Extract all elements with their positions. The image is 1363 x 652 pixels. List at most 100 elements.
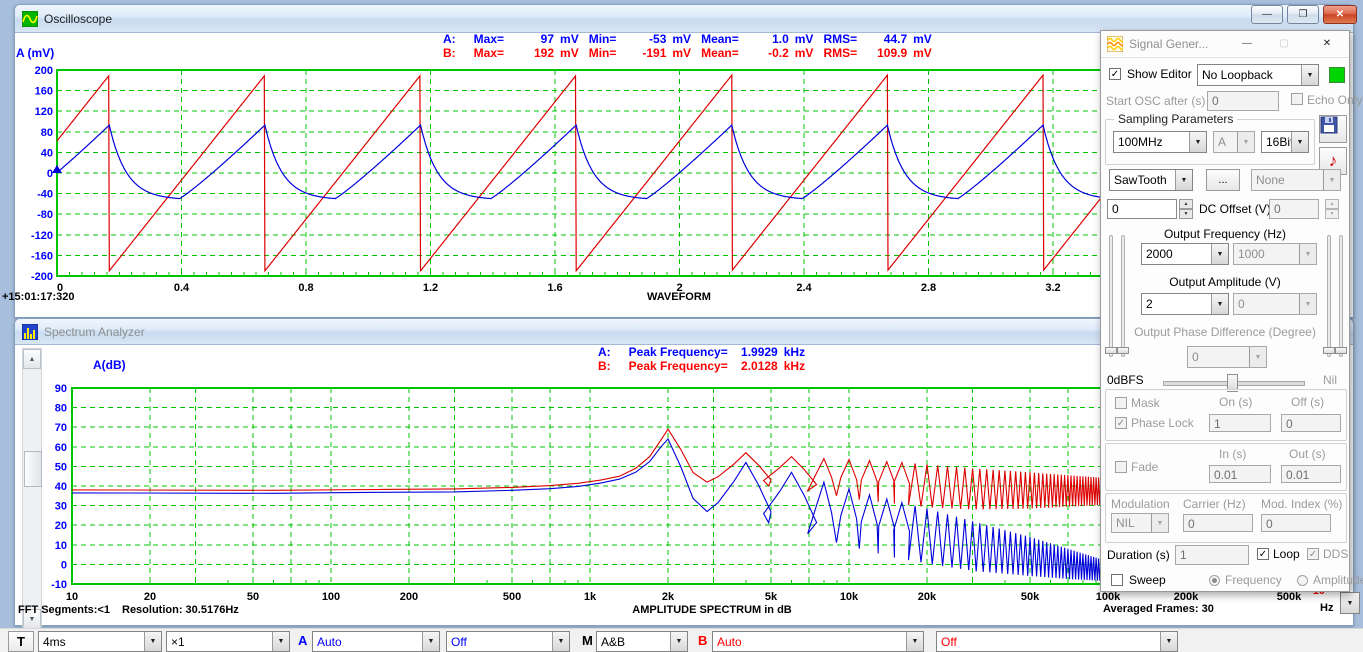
slider-handle[interactable] <box>1323 347 1335 354</box>
phase-lock-checkbox[interactable]: ✓ <box>1115 417 1127 429</box>
carrier-input[interactable]: 0 <box>1183 514 1253 532</box>
stats-row: B:Max=192mVMin=-191mVMean=-0.2mVRMS=109.… <box>443 46 932 60</box>
fade-checkbox[interactable] <box>1115 461 1127 473</box>
sampling-channel-combo[interactable]: A ▼ <box>1213 131 1255 153</box>
phase-lock-label: Phase Lock <box>1131 416 1194 430</box>
spectrum-vertical-scrollbar[interactable]: ▲ ▼ <box>22 348 42 628</box>
signal-generator-title: Signal Gener... <box>1129 37 1208 51</box>
mask-checkbox[interactable] <box>1115 397 1127 409</box>
frequency-a-value: 2000 <box>1142 247 1211 261</box>
timebase-value: 4ms <box>39 635 144 649</box>
fade-out-input[interactable]: 0.01 <box>1281 465 1341 483</box>
fade-in-input[interactable]: 0.01 <box>1209 465 1271 483</box>
echo-only-checkbox[interactable] <box>1291 93 1303 105</box>
panel-maximize-icon[interactable]: ▢ <box>1273 36 1295 52</box>
wave-type-value: SawTooth <box>1110 173 1175 187</box>
restore-button[interactable]: ❐ <box>1287 5 1319 24</box>
dropdown-arrow-icon: ▼ <box>552 632 569 651</box>
channel-b-label: B <box>698 633 707 648</box>
loop-checkbox[interactable]: ✓ <box>1257 548 1269 560</box>
sweep-amplitude-radio[interactable] <box>1297 575 1308 586</box>
dropdown-arrow-icon: ▼ <box>1237 132 1254 152</box>
channel-a-coupling-combo[interactable]: Off ▼ <box>446 631 570 652</box>
oscilloscope-titlebar[interactable]: Oscilloscope <box>15 5 1353 33</box>
mask-wave-value: None <box>1252 173 1323 187</box>
x-axis-unit-label: Hz <box>1320 602 1333 614</box>
sampling-rate-combo[interactable]: 100MHz ▼ <box>1113 131 1207 153</box>
dropdown-arrow-icon: ▼ <box>1323 170 1340 190</box>
mode-label: M <box>582 633 593 648</box>
show-editor-checkbox[interactable]: ✓ <box>1109 68 1121 80</box>
sweep-frequency-radio[interactable] <box>1209 575 1220 586</box>
amplitude-b-value: 0 <box>1234 297 1299 311</box>
output-frequency-label: Output Frequency (Hz) <box>1101 227 1349 241</box>
channel-a-range-value: Auto <box>313 635 422 649</box>
stats-row: A:Max=97mVMin=-53mVMean=1.0mVRMS=44.7mV <box>443 32 932 46</box>
sampling-channel-value: A <box>1214 135 1237 149</box>
minimize-button[interactable]: — <box>1251 5 1283 24</box>
display-mode-value: A&B <box>597 635 670 649</box>
trigger-mode-label: T <box>17 634 25 649</box>
duration-label: Duration (s) <box>1107 548 1170 562</box>
slider-handle[interactable] <box>1105 347 1117 354</box>
dropdown-arrow-icon: ▼ <box>1160 632 1177 651</box>
spectrum-corner-dropdown[interactable]: ▼ <box>1340 592 1360 614</box>
amplitude-b-combo[interactable]: 0 ▼ <box>1233 293 1317 315</box>
loopback-value: No Loopback <box>1198 68 1301 82</box>
restore-icon: ❐ <box>1299 9 1308 20</box>
display-mode-combo[interactable]: A&B ▼ <box>596 631 688 652</box>
panel-close-icon[interactable]: ✕ <box>1316 36 1338 52</box>
dbfs-label: 0dBFS <box>1107 373 1144 387</box>
trigger-mode-button[interactable]: T <box>8 631 34 652</box>
close-button[interactable]: ✕ <box>1323 5 1357 24</box>
duration-input[interactable]: 1 <box>1175 545 1249 565</box>
phase-difference-combo[interactable]: 0 ▼ <box>1187 346 1267 368</box>
dc-offset-a-input[interactable]: 0 <box>1107 199 1177 219</box>
dc-offset-b-spinner[interactable]: ▲▼ <box>1325 199 1339 219</box>
mask-wave-combo[interactable]: None ▼ <box>1251 169 1341 191</box>
amplitude-a-combo[interactable]: 2 ▼ <box>1141 293 1229 315</box>
dc-offset-a-spinner[interactable]: ▲▼ <box>1179 199 1193 219</box>
dropdown-arrow-icon: ▼ <box>1189 132 1206 152</box>
more-options-button[interactable]: ... <box>1206 169 1240 191</box>
fade-in-label: In (s) <box>1219 447 1246 461</box>
panel-minimize-icon[interactable]: — <box>1236 36 1258 52</box>
averaged-frames-label: Averaged Frames: 30 <box>1103 603 1214 615</box>
fade-out-label: Out (s) <box>1289 447 1326 461</box>
channel-b-coupling-combo[interactable]: Off ▼ <box>936 631 1178 652</box>
channel-b-coupling-value: Off <box>937 635 1160 649</box>
dds-checkbox[interactable]: ✓ <box>1307 548 1319 560</box>
slider-handle[interactable] <box>1335 347 1347 354</box>
channel-b-range-combo[interactable]: Auto ▼ <box>712 631 924 652</box>
wave-type-combo[interactable]: SawTooth ▼ <box>1109 169 1193 191</box>
start-osc-input[interactable]: 0 <box>1207 91 1279 111</box>
bottom-toolbar: T 4ms ▼ ×1 ▼ A Auto ▼ Off ▼ M A&B ▼ B Au… <box>0 628 1363 652</box>
modulation-type-combo[interactable]: NIL ▼ <box>1111 513 1169 533</box>
music-note-icon: ♪ <box>1329 151 1338 171</box>
loopback-combo[interactable]: No Loopback ▼ <box>1197 64 1319 86</box>
multiplier-combo[interactable]: ×1 ▼ <box>166 631 290 652</box>
nil-label: Nil <box>1323 373 1337 387</box>
sweep-frequency-label: Frequency <box>1225 573 1282 587</box>
timebase-combo[interactable]: 4ms ▼ <box>38 631 162 652</box>
sweep-checkbox[interactable] <box>1111 574 1123 586</box>
scrollbar-thumb[interactable] <box>24 451 42 487</box>
frequency-a-combo[interactable]: 2000 ▼ <box>1141 243 1229 265</box>
mask-off-input[interactable]: 0 <box>1281 414 1341 432</box>
mask-on-input[interactable]: 1 <box>1209 414 1271 432</box>
signal-generator-titlebar[interactable]: Signal Gener... — ▢ ✕ <box>1101 31 1349 58</box>
sampling-bits-combo[interactable]: 16Bit ▼ <box>1261 131 1309 153</box>
frequency-b-combo[interactable]: 1000 ▼ <box>1233 243 1317 265</box>
save-button[interactable] <box>1319 115 1347 143</box>
frequency-b-value: 1000 <box>1234 247 1299 261</box>
dc-offset-b-input[interactable]: 0 <box>1269 199 1319 219</box>
channel-a-coupling-value: Off <box>447 635 552 649</box>
dropdown-arrow-icon: ▼ <box>272 632 289 651</box>
dropdown-arrow-icon: ▼ <box>1175 170 1192 190</box>
generator-run-indicator[interactable] <box>1329 67 1345 83</box>
channel-a-range-combo[interactable]: Auto ▼ <box>312 631 440 652</box>
mod-index-input[interactable]: 0 <box>1261 514 1331 532</box>
phase-difference-value: 0 <box>1188 350 1249 364</box>
scroll-up-button[interactable]: ▲ <box>23 349 41 369</box>
slider-handle[interactable] <box>1117 347 1129 354</box>
